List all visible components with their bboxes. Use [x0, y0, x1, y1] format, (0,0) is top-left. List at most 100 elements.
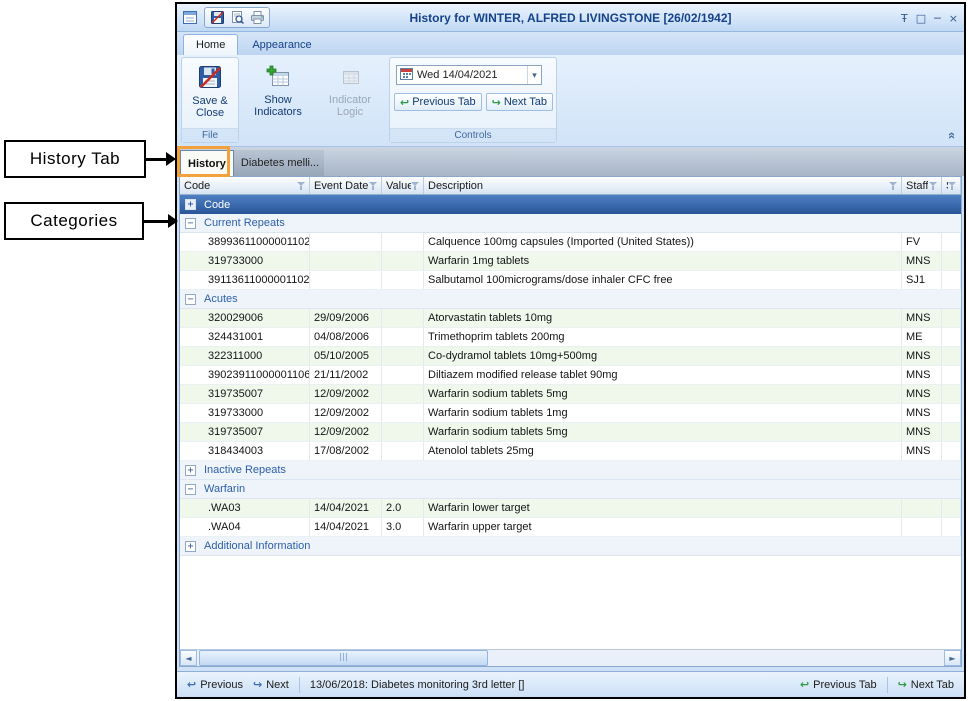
status-cell: [942, 347, 961, 365]
table-row[interactable]: 32231100005/10/2005Co-dydramol tablets 1…: [180, 347, 961, 366]
table-row[interactable]: .WA0314/04/20212.0Warfarin lower target: [180, 499, 961, 518]
column-header-description[interactable]: Description: [424, 177, 902, 194]
save-close-button[interactable]: Save & Close: [182, 58, 238, 119]
pin-icon[interactable]: Ŧ: [901, 13, 908, 24]
table-row[interactable]: 3902391100000110621/11/2002Diltiazem mod…: [180, 366, 961, 385]
scroll-left-icon[interactable]: ◄: [180, 650, 197, 666]
maximize-icon[interactable]: □: [916, 13, 926, 24]
titlebar[interactable]: History for WINTER, ALFRED LIVINGSTONE […: [177, 4, 964, 32]
close-icon[interactable]: ×: [949, 13, 958, 24]
date-field[interactable]: Wed 14/04/2021 ▾: [396, 65, 542, 85]
staff-cell: MNS: [902, 252, 942, 270]
statusbar: ↩ Previous ↪ Next 13/06/2018: Diabetes m…: [177, 671, 964, 697]
indicator-logic-button[interactable]: Indicator Logic: [317, 57, 383, 143]
calendar-icon: [400, 67, 413, 83]
table-row[interactable]: 38993611000001102Calquence 100mg capsule…: [180, 233, 961, 252]
category-row[interactable]: +Additional Information: [180, 537, 961, 556]
column-header-value[interactable]: Value: [382, 177, 424, 194]
category-row[interactable]: −Current Repeats: [180, 214, 961, 233]
table-row[interactable]: 31973500712/09/2002Warfarin sodium table…: [180, 423, 961, 442]
table-row[interactable]: 31973300012/09/2002Warfarin sodium table…: [180, 404, 961, 423]
table-row[interactable]: 32443100104/08/2006Trimethoprim tablets …: [180, 328, 961, 347]
quick-access-toolbar: [204, 7, 270, 28]
description-cell: Salbutamol 100micrograms/dose inhaler CF…: [424, 271, 902, 289]
filter-icon[interactable]: [297, 181, 306, 191]
window-menu-icon[interactable]: [181, 9, 199, 26]
scroll-right-icon[interactable]: ►: [944, 650, 961, 666]
annotation-arrow-categories: [144, 214, 178, 228]
status-cell: [942, 499, 961, 517]
collapse-ribbon-icon[interactable]: «: [945, 132, 960, 139]
event-date-cell: [310, 233, 382, 251]
column-label: Code: [184, 180, 210, 192]
code-cell: 319733000: [180, 404, 310, 422]
arrow-line: [144, 220, 170, 223]
minimize-icon[interactable]: ─: [934, 13, 941, 24]
value-cell: 2.0: [382, 499, 424, 517]
status-cell: [942, 442, 961, 460]
statusbar-separator: [299, 677, 300, 693]
table-row[interactable]: 39113611000001102Salbutamol 100microgram…: [180, 271, 961, 290]
filter-icon[interactable]: [929, 181, 938, 191]
filter-icon[interactable]: [369, 181, 378, 191]
table-row[interactable]: 31843400317/08/2002Atenolol tablets 25mg…: [180, 442, 961, 461]
event-date-cell: [310, 271, 382, 289]
previous-tab-button-status[interactable]: ↩ Previous Tab: [800, 678, 877, 691]
tab-appearance[interactable]: Appearance: [240, 34, 323, 55]
expand-icon[interactable]: +: [185, 199, 196, 210]
staff-cell: MNS: [902, 347, 942, 365]
next-tab-button-status[interactable]: ↪ Next Tab: [898, 678, 954, 691]
filter-icon[interactable]: [889, 181, 898, 191]
print-icon[interactable]: [248, 9, 266, 26]
filter-icon[interactable]: [411, 181, 420, 191]
previous-tab-button[interactable]: ↩ Previous Tab: [394, 93, 482, 111]
tab-home[interactable]: Home: [183, 34, 238, 55]
event-date-cell: 12/09/2002: [310, 423, 382, 441]
expand-icon[interactable]: +: [185, 465, 196, 476]
show-indicators-button[interactable]: Show Indicators: [245, 57, 311, 143]
collapse-icon[interactable]: −: [185, 218, 196, 229]
collapse-icon[interactable]: −: [185, 294, 196, 305]
table-row[interactable]: .WA0414/04/20213.0Warfarin upper target: [180, 518, 961, 537]
annotation-history-tab-label: History Tab: [30, 149, 120, 169]
tab-history[interactable]: History: [180, 150, 234, 176]
column-header-code[interactable]: Code: [180, 177, 310, 194]
code-cell: 39023911000001106: [180, 366, 310, 384]
code-cell: .WA04: [180, 518, 310, 536]
group-band-row[interactable]: +Code: [180, 195, 961, 214]
chevron-down-icon[interactable]: ▾: [527, 66, 541, 84]
next-tab-button[interactable]: ↪ Next Tab: [486, 93, 553, 111]
column-header-st[interactable]: St: [942, 177, 961, 194]
category-row[interactable]: −Acutes: [180, 290, 961, 309]
horizontal-scrollbar[interactable]: ◄ ►: [180, 649, 961, 666]
table-row[interactable]: 31973500712/09/2002Warfarin sodium table…: [180, 385, 961, 404]
previous-button[interactable]: ↩ Previous: [187, 678, 243, 691]
table-row[interactable]: 32002900629/09/2006Atorvastatin tablets …: [180, 309, 961, 328]
code-cell: 324431001: [180, 328, 310, 346]
scrollbar-thumb[interactable]: [199, 650, 488, 666]
status-cell: [942, 385, 961, 403]
table-row[interactable]: 319733000Warfarin 1mg tabletsMNS: [180, 252, 961, 271]
value-cell: 3.0: [382, 518, 424, 536]
description-cell: Diltiazem modified release tablet 90mg: [424, 366, 902, 384]
expand-icon[interactable]: +: [185, 541, 196, 552]
annotation-history-tab: History Tab: [4, 140, 146, 178]
collapse-icon[interactable]: −: [185, 484, 196, 495]
print-preview-icon[interactable]: [228, 9, 246, 26]
next-button[interactable]: ↪ Next: [253, 678, 289, 691]
column-header-event-date[interactable]: Event Date: [310, 177, 382, 194]
filter-icon[interactable]: [948, 181, 957, 191]
staff-cell: MNS: [902, 366, 942, 384]
next-tab-icon: ↪: [898, 678, 907, 691]
previous-label: Previous: [200, 679, 243, 691]
value-cell: [382, 233, 424, 251]
save-icon[interactable]: [208, 9, 226, 26]
previous-tab-icon: ↩: [800, 678, 809, 691]
value-cell: [382, 366, 424, 384]
category-row[interactable]: +Inactive Repeats: [180, 461, 961, 480]
column-header-staff[interactable]: Staff: [902, 177, 942, 194]
description-cell: Warfarin sodium tablets 5mg: [424, 423, 902, 441]
tab-diabetes[interactable]: Diabetes melli...: [234, 150, 324, 176]
description-cell: Atorvastatin tablets 10mg: [424, 309, 902, 327]
category-row[interactable]: −Warfarin: [180, 480, 961, 499]
